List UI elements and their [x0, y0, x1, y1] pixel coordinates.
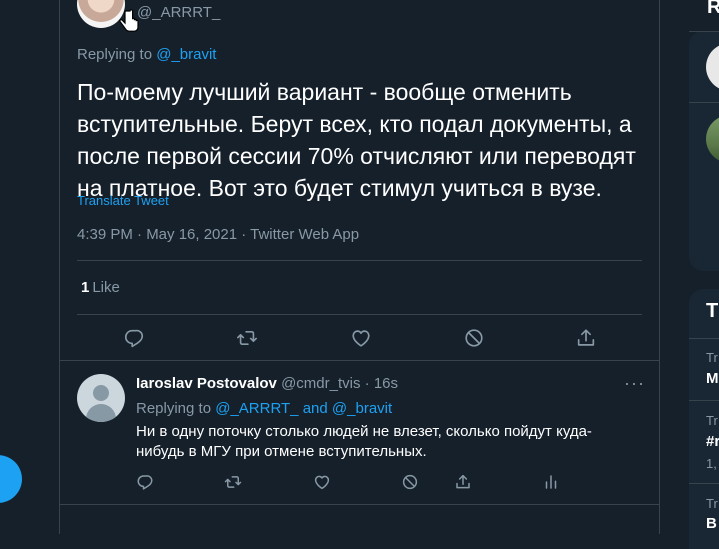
divider [60, 504, 659, 505]
divider [689, 483, 719, 484]
trend-item[interactable]: #r [706, 433, 719, 450]
separator: · [360, 375, 374, 392]
trend-count: 1, [706, 456, 717, 471]
like-heart-icon[interactable] [313, 473, 331, 491]
share-icon[interactable] [575, 327, 597, 349]
retweet-icon[interactable] [236, 327, 258, 349]
divider [689, 400, 719, 401]
reply-icon[interactable] [123, 327, 145, 349]
replying-to-line: Replying to @_bravit [77, 46, 216, 63]
who-to-follow-title: R [707, 0, 719, 18]
divider [60, 360, 659, 361]
replying-prefix: Replying to [136, 400, 216, 417]
replying-and: and [298, 400, 332, 417]
divider [689, 31, 719, 32]
author-handle[interactable]: @_ARRRT_ [137, 4, 220, 21]
like-heart-icon[interactable] [350, 327, 372, 349]
divider [689, 102, 719, 103]
divider [77, 260, 642, 261]
likes-count[interactable]: 1 Like [81, 279, 120, 296]
trend-context: Tr [706, 350, 718, 365]
trend-context: Tr [706, 496, 718, 511]
analytics-icon[interactable] [542, 473, 560, 491]
replying-to-link-2[interactable]: @_bravit [332, 400, 392, 417]
replying-to-link-1[interactable]: @_ARRRT_ [215, 400, 298, 417]
reply-header: Iaroslav Postovalov @cmdr_tvis · 16s [136, 375, 398, 392]
trend-item[interactable]: M [706, 370, 719, 387]
reply-icon[interactable] [136, 473, 154, 491]
tweet-text: По-моему лучший вариант - вообще отменит… [77, 79, 636, 201]
share-icon[interactable] [454, 473, 472, 491]
reply-author-handle[interactable]: @cmdr_tvis [281, 375, 360, 392]
replying-prefix: Replying to [77, 46, 157, 63]
reply-time[interactable]: 16s [374, 375, 398, 392]
translate-tweet-link[interactable]: Translate Tweet [77, 193, 169, 208]
tweet-timestamp[interactable]: 4:39 PM · May 16, 2021 · Twitter Web App [77, 226, 359, 243]
trend-context: Tr [706, 413, 718, 428]
compose-tweet-button[interactable] [0, 455, 22, 503]
likes-number: 1 [81, 279, 90, 296]
retweet-icon[interactable] [224, 473, 242, 491]
more-options-icon[interactable]: ··· [624, 373, 645, 394]
replying-to-link[interactable]: @_bravit [156, 46, 216, 63]
trends-title: T [706, 300, 719, 322]
divider [77, 314, 642, 315]
reply-replying-to-line: Replying to @_ARRRT_ and @_bravit [136, 400, 392, 417]
hide-reply-icon[interactable] [401, 473, 419, 491]
hide-reply-icon[interactable] [463, 327, 485, 349]
reply-author-avatar[interactable] [77, 374, 125, 422]
main-column: @_ARRRT_ Replying to @_bravit По-моему л… [59, 0, 660, 534]
likes-label: Like [92, 279, 120, 296]
divider [689, 338, 719, 339]
trend-item[interactable]: B [706, 515, 717, 532]
reply-author-name[interactable]: Iaroslav Postovalov [136, 375, 277, 392]
reply-text: Ни в одну поточку столько людей не влезе… [136, 423, 592, 460]
